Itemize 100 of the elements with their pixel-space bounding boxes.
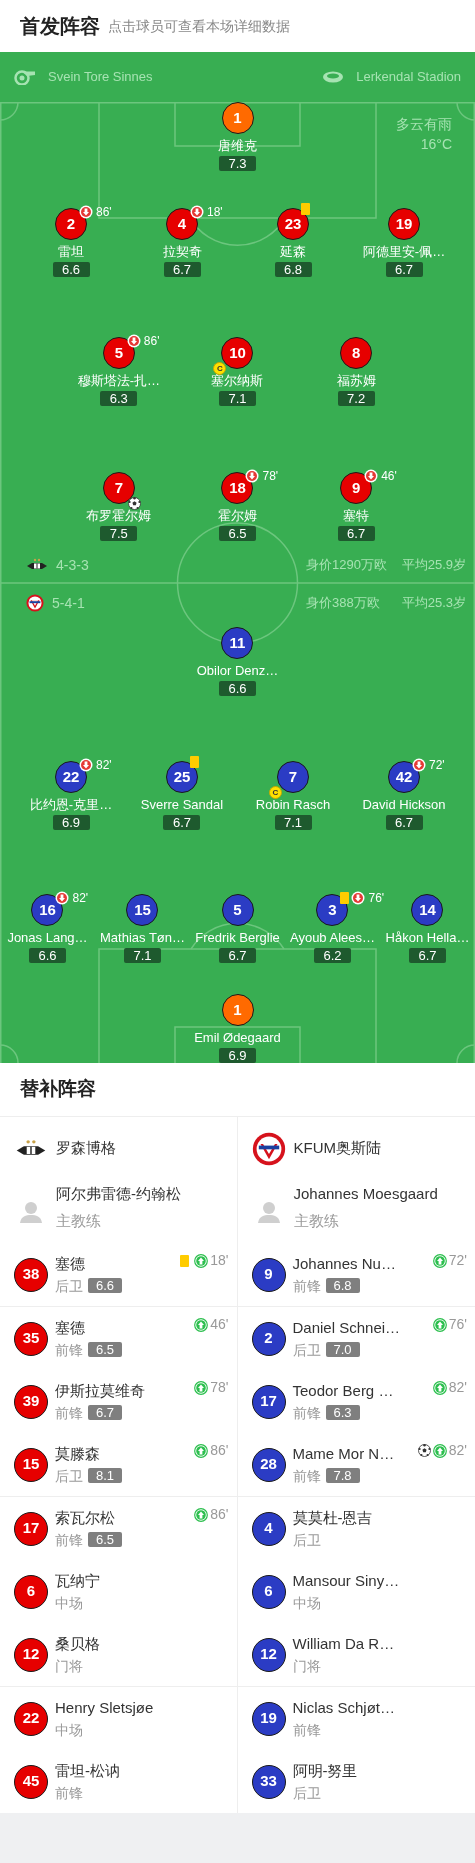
player-name: 延森 (280, 244, 306, 260)
substitution-minute: 76' (368, 890, 385, 907)
substitution-off-icon (190, 205, 204, 219)
player-number[interactable]: 2 (251, 1321, 286, 1356)
player-number[interactable]: 39 (14, 1384, 48, 1419)
player-name: Ayoub Alees… (289, 930, 375, 946)
player-number[interactable]: 22 (14, 1701, 48, 1736)
substitution-minute: 86' (210, 1505, 229, 1524)
player-number[interactable]: 19 (388, 208, 420, 240)
coach-role: 主教练 (293, 1210, 340, 1231)
player-name: Mame Mor N… (292, 1443, 395, 1464)
captain-badge: C (213, 362, 227, 375)
rating-badge: 6.6 (29, 948, 66, 963)
substitution-on-icon (194, 1253, 209, 1268)
coach-avatar-icon (19, 1199, 43, 1224)
team-name: KFUM奥斯陆 (293, 1138, 381, 1159)
position-text: 后卫 (292, 1530, 321, 1550)
player-name: 布罗霍尔姆 (86, 508, 152, 524)
booking-card-icon (180, 1254, 190, 1267)
player-number[interactable]: 16 (31, 894, 64, 926)
player-name: William Da R… (292, 1633, 395, 1654)
player-name: Henry Sletsjøe (55, 1697, 154, 1718)
player-number[interactable]: 11 (221, 627, 254, 659)
team-name: 罗森博格 (56, 1138, 116, 1159)
player-number[interactable]: 6 (14, 1574, 48, 1609)
substitution-minute: 78' (210, 1378, 229, 1397)
substitution-minute: 82' (96, 757, 112, 774)
player-number[interactable]: 28 (251, 1447, 286, 1482)
player-number[interactable]: 14 (411, 894, 444, 926)
formation-text: 4-3-3 (56, 555, 89, 575)
coach-name: Johannes Moesgaard (293, 1184, 438, 1204)
player-name: Robin Rasch (255, 797, 331, 813)
market-value-text: 身价1290万欧 (306, 556, 387, 575)
player-number[interactable]: 7 (277, 761, 309, 793)
player-name: 拉契奇 (162, 244, 202, 260)
team-logo (251, 1131, 286, 1166)
player-number[interactable]: 9 (251, 1257, 286, 1292)
rating-badge: 6.6 (219, 681, 256, 696)
rating-badge: 6.6 (88, 1278, 123, 1293)
player-number[interactable]: 5 (221, 894, 254, 926)
player-name: Sverre Sandal (140, 797, 224, 813)
position-text: 前锋 (55, 1530, 83, 1550)
player-number[interactable]: 18 (221, 472, 254, 504)
player-number[interactable]: 42 (388, 761, 420, 793)
substitution-on-icon (432, 1380, 447, 1395)
temperature-text: 16°C (420, 135, 452, 154)
substitution-on-icon (194, 1380, 209, 1395)
player-number[interactable]: 17 (251, 1384, 286, 1419)
player-number[interactable]: 35 (14, 1321, 48, 1356)
rating-badge: 6.9 (219, 1048, 256, 1063)
player-number[interactable]: 38 (14, 1257, 48, 1292)
player-number[interactable]: 2 (55, 208, 87, 240)
player-number[interactable]: 19 (251, 1701, 286, 1736)
substitution-minute: 46' (381, 468, 397, 485)
whistle-icon (14, 69, 36, 85)
substitution-minute: 72' (448, 1251, 467, 1270)
player-name: 阿明-努里 (292, 1760, 358, 1781)
player-number[interactable]: 25 (166, 761, 198, 793)
player-number[interactable]: 9 (340, 472, 373, 504)
player-number[interactable]: 1 (221, 102, 254, 134)
player-number[interactable]: 33 (251, 1764, 286, 1799)
player-name: 塞特 (343, 508, 370, 524)
player-number[interactable]: 4 (166, 208, 198, 240)
rating-badge: 6.5 (219, 526, 256, 541)
player-number[interactable]: 1 (221, 994, 254, 1026)
player-name: 福苏姆 (336, 373, 376, 389)
player-number[interactable]: 45 (14, 1764, 48, 1799)
player-number[interactable]: 15 (14, 1447, 48, 1482)
player-number[interactable]: 7 (102, 472, 135, 504)
position-text: 前锋 (55, 1783, 83, 1803)
player-number[interactable]: 3 (316, 894, 349, 926)
player-number[interactable]: 4 (251, 1511, 286, 1546)
player-number[interactable]: 17 (14, 1511, 48, 1546)
rating-badge: 6.7 (163, 262, 201, 277)
position-text: 前锋 (292, 1403, 321, 1423)
rating-badge: 7.1 (124, 948, 161, 963)
player-name: 比约恩-克里… (29, 797, 113, 813)
player-name: 雷坦-松讷 (55, 1760, 120, 1781)
player-number[interactable]: 10 (221, 337, 254, 369)
rating-badge: 6.8 (325, 1278, 360, 1293)
substitution-off-icon (79, 205, 93, 219)
position-text: 前锋 (292, 1720, 321, 1740)
player-number[interactable]: 12 (14, 1637, 48, 1672)
player-number[interactable]: 6 (251, 1574, 286, 1609)
substitution-off-icon (79, 758, 93, 772)
player-number[interactable]: 15 (126, 894, 159, 926)
rating-badge: 6.3 (100, 391, 138, 406)
player-number[interactable]: 22 (55, 761, 87, 793)
player-name: 雷坦 (58, 244, 84, 260)
soccer-ball-icon (417, 1444, 431, 1457)
coach-avatar-icon (256, 1199, 281, 1224)
player-number[interactable]: 5 (102, 337, 135, 369)
player-name: Obilor Denz… (196, 663, 279, 679)
player-number[interactable]: 12 (251, 1637, 286, 1672)
substitution-minute: 18' (210, 1251, 229, 1270)
rating-badge: 7.3 (219, 156, 256, 171)
player-number[interactable]: 23 (277, 208, 309, 240)
rating-badge: 7.1 (219, 391, 256, 406)
rating-badge: 6.6 (52, 262, 90, 277)
player-number[interactable]: 8 (340, 337, 373, 369)
